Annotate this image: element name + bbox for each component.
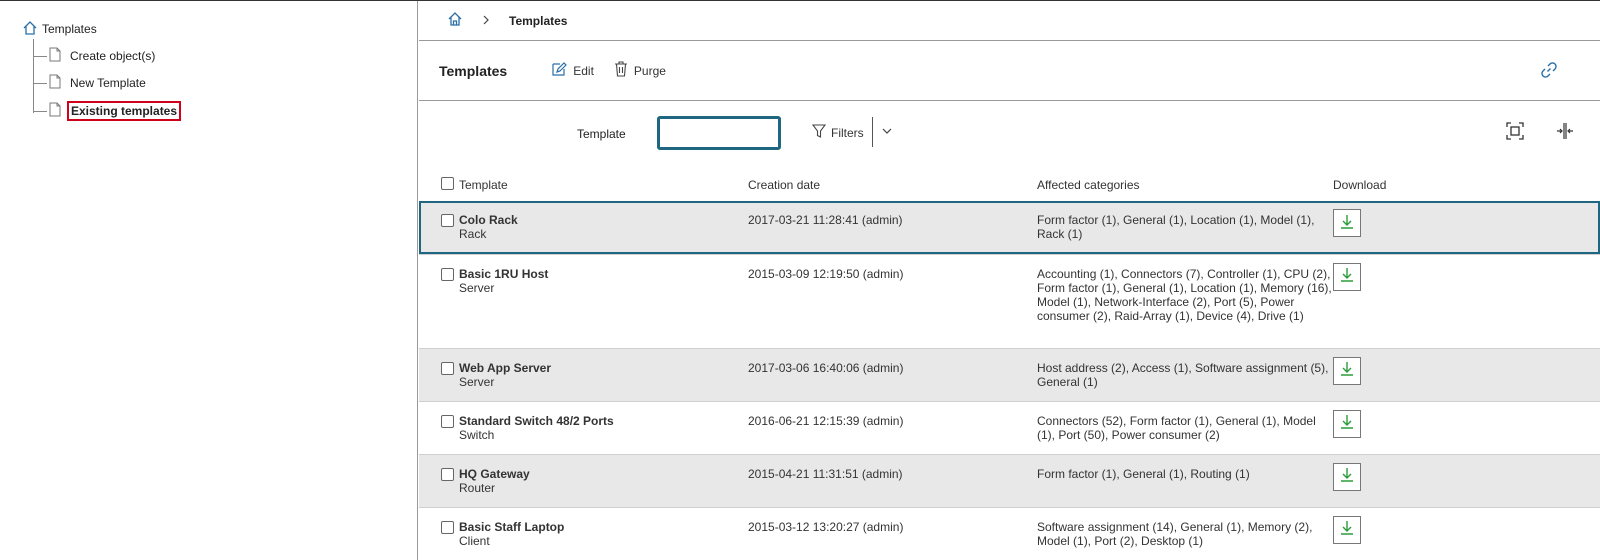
filter-bar: Template Filters (419, 101, 1600, 165)
tree-item-new-template[interactable]: New Template (33, 73, 149, 93)
purge-button[interactable]: Purge (614, 61, 666, 80)
download-button[interactable] (1333, 515, 1361, 544)
tree-item-create-objects[interactable]: Create object(s) (33, 46, 158, 66)
template-name: HQ Gateway (459, 466, 530, 481)
template-name: Basic 1RU Host (459, 266, 549, 281)
select-all-checkbox[interactable] (441, 177, 454, 190)
page-toolbar: Templates Edit Purge (419, 41, 1600, 101)
row-checkbox[interactable] (441, 414, 454, 428)
creation-date: 2016-06-21 12:15:39 (admin) (748, 413, 904, 428)
affected-categories: Form factor (1), General (1), Location (… (1037, 213, 1315, 241)
table-row[interactable]: Basic Staff Laptop Client 2015-03-12 13:2… (419, 507, 1600, 560)
edit-icon (551, 61, 568, 80)
creation-date: 2017-03-06 16:40:06 (admin) (748, 360, 904, 375)
affected-categories: Host address (2), Access (1), Software a… (1037, 360, 1329, 389)
table-row[interactable]: HQ Gateway Router 2015-04-21 11:31:51 (ad… (419, 454, 1600, 507)
download-button[interactable] (1333, 262, 1361, 291)
template-filter-label: Template (577, 127, 626, 141)
creation-date: 2015-03-09 12:19:50 (admin) (748, 266, 904, 281)
divider (872, 117, 873, 147)
download-icon (1339, 467, 1355, 486)
edit-button[interactable]: Edit (551, 61, 594, 80)
template-type: Client (459, 533, 490, 548)
template-type: Server (459, 280, 495, 295)
fit-screen-icon (1506, 122, 1524, 143)
download-icon (1339, 520, 1355, 539)
tree-item-existing-templates[interactable]: Existing templates (33, 101, 182, 121)
breadcrumb-current: Templates (509, 13, 568, 28)
link-button[interactable] (1540, 61, 1558, 82)
creation-date: 2015-03-12 13:20:27 (admin) (748, 519, 904, 534)
row-checkbox[interactable] (441, 361, 454, 375)
template-filter-input[interactable] (657, 116, 781, 150)
link-icon (1540, 62, 1558, 82)
filters-button[interactable]: Filters (811, 123, 864, 142)
creation-date: 2015-04-21 11:31:51 (admin) (748, 466, 903, 481)
document-icon (49, 47, 61, 65)
sidebar-tree: Templates Create object(s) New Template … (0, 1, 418, 560)
row-checkbox[interactable] (441, 214, 454, 227)
fit-screen-button[interactable] (1506, 122, 1524, 143)
tree-root-templates[interactable]: Templates (22, 19, 97, 39)
home-icon[interactable] (447, 11, 463, 30)
funnel-icon (811, 123, 827, 142)
download-icon (1339, 214, 1355, 233)
table-row[interactable]: Colo Rack Rack 2017-03-21 11:28:41 (admin… (419, 201, 1600, 254)
column-header-categories[interactable]: Affected categories (1037, 165, 1333, 201)
affected-categories: Accounting (1), Connectors (7), Controll… (1037, 266, 1332, 323)
template-type: Server (459, 374, 495, 389)
column-header-download: Download (1333, 178, 1387, 192)
download-button[interactable] (1333, 409, 1361, 438)
main-content: Templates Templates Edit Purge Template (419, 1, 1600, 560)
tree-item-label: Create object(s) (70, 49, 156, 63)
templates-table: Template Creation date Affected categori… (419, 165, 1600, 560)
table-header-row: Template Creation date Affected categori… (419, 165, 1600, 201)
row-checkbox[interactable] (441, 520, 454, 534)
row-checkbox[interactable] (441, 467, 454, 481)
column-resize-button[interactable] (1556, 122, 1574, 143)
download-icon (1339, 361, 1355, 380)
download-button[interactable] (1333, 209, 1361, 237)
document-icon (49, 74, 61, 92)
template-type: Rack (459, 227, 487, 241)
filters-dropdown-toggle[interactable] (881, 125, 893, 140)
template-type: Router (459, 480, 496, 495)
edit-button-label: Edit (573, 63, 594, 78)
filters-button-label: Filters (831, 125, 864, 140)
chevron-down-icon (881, 126, 893, 140)
table-row[interactable]: Web App Server Server 2017-03-06 16:40:06… (419, 348, 1600, 401)
column-resize-icon (1556, 123, 1574, 143)
creation-date: 2017-03-21 11:28:41 (admin) (748, 213, 903, 227)
tree-item-label: New Template (70, 76, 146, 90)
download-button[interactable] (1333, 356, 1361, 385)
breadcrumb: Templates (419, 1, 1600, 41)
home-icon (22, 20, 38, 39)
tree-item-label: Existing templates (67, 101, 182, 121)
affected-categories: Connectors (52), Form factor (1), Genera… (1037, 413, 1316, 442)
table-row[interactable]: Basic 1RU Host Server 2015-03-09 12:19:50… (419, 254, 1600, 348)
page-title: Templates (439, 62, 508, 79)
template-type: Switch (459, 427, 495, 442)
document-icon (49, 102, 61, 120)
table-row[interactable]: Standard Switch 48/2 Ports Switch 2016-06… (419, 401, 1600, 454)
trash-icon (614, 61, 628, 80)
template-name: Colo Rack (459, 213, 518, 227)
chevron-right-icon (481, 14, 491, 28)
template-name: Web App Server (459, 360, 552, 375)
column-header-creation-date[interactable]: Creation date (748, 165, 1037, 201)
download-icon (1339, 267, 1355, 286)
template-name: Basic Staff Laptop (459, 519, 565, 534)
affected-categories: Software assignment (14), General (1), M… (1037, 519, 1313, 548)
tree-root-label: Templates (42, 22, 97, 36)
column-header-template[interactable]: Template (459, 165, 748, 201)
template-name: Standard Switch 48/2 Ports (459, 413, 614, 428)
purge-button-label: Purge (633, 63, 666, 78)
download-button[interactable] (1333, 462, 1361, 491)
affected-categories: Form factor (1), General (1), Routing (1… (1037, 466, 1250, 481)
row-checkbox[interactable] (441, 267, 454, 281)
download-icon (1339, 414, 1355, 433)
